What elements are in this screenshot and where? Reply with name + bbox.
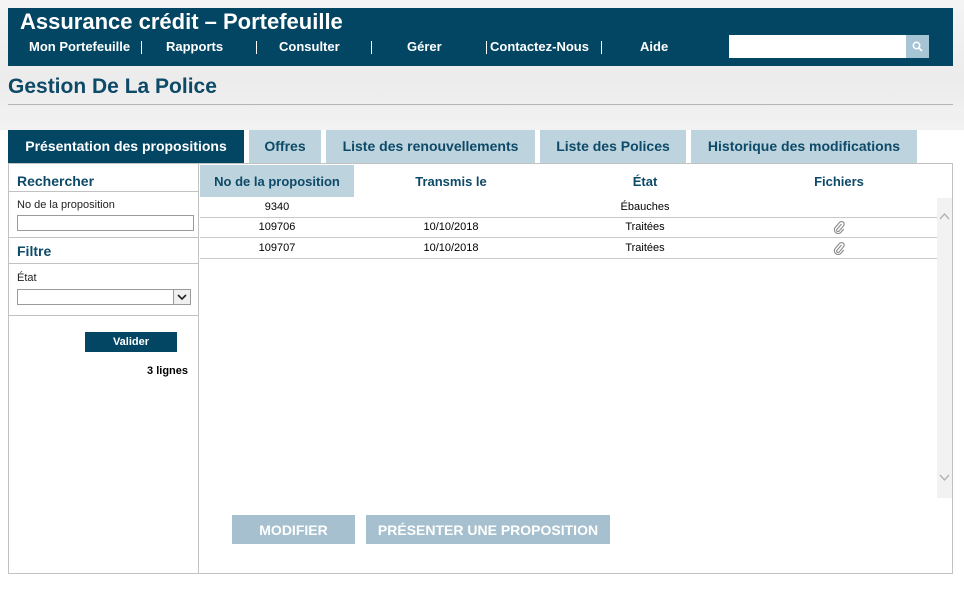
- app-header: Assurance crédit – Portefeuille Mon Port…: [8, 8, 953, 66]
- cell-proposal-number: 109706: [258, 221, 296, 233]
- cell-files: [759, 217, 919, 237]
- nav-consulter[interactable]: Consulter: [279, 39, 340, 55]
- state-filter-select[interactable]: [17, 289, 191, 305]
- cell-proposal-number: 109707: [258, 242, 296, 254]
- header-search-input[interactable]: [729, 35, 906, 58]
- column-header-files[interactable]: Fichiers: [759, 165, 919, 197]
- column-header-sent-date[interactable]: Transmis le: [371, 165, 531, 197]
- divider: [9, 315, 199, 316]
- proposal-number-input[interactable]: [17, 215, 194, 231]
- title-divider: [8, 104, 953, 105]
- tab-historique-modifications[interactable]: Historique des modifications: [691, 130, 917, 163]
- nav-mon-portefeuille[interactable]: Mon Portefeuille: [29, 39, 130, 55]
- cell-proposal-number: 9340: [264, 201, 290, 213]
- filter-heading: Filtre: [17, 243, 52, 259]
- table-row[interactable]: 9340 Ébauches: [200, 197, 937, 218]
- page-title: Gestion De La Police: [8, 75, 217, 98]
- chevron-up-icon[interactable]: [939, 212, 950, 220]
- modify-button[interactable]: MODIFIER: [232, 515, 355, 544]
- nav-separator: [256, 41, 257, 54]
- row-divider: [200, 258, 937, 259]
- nav-aide[interactable]: Aide: [640, 39, 668, 55]
- chevron-down-icon[interactable]: [939, 474, 950, 482]
- table-row[interactable]: 109706 10/10/2018 Traitées: [200, 217, 937, 238]
- main-panel: Rechercher No de la proposition Filtre É…: [8, 163, 953, 574]
- cell-sent-date: [371, 197, 531, 217]
- tab-liste-polices[interactable]: Liste des Polices: [540, 130, 686, 163]
- nav-rapports[interactable]: Rapports: [166, 39, 223, 55]
- submit-proposal-button[interactable]: PRÉSENTER UNE PROPOSITION: [366, 515, 610, 544]
- app-title: Assurance crédit – Portefeuille: [20, 9, 343, 34]
- column-header-state[interactable]: État: [565, 165, 725, 197]
- paperclip-icon[interactable]: [833, 241, 845, 256]
- row-count: 3 lignes: [147, 365, 188, 377]
- chevron-down-icon[interactable]: [173, 290, 190, 304]
- header-search-button[interactable]: [906, 35, 929, 58]
- divider: [9, 191, 199, 192]
- divider: [9, 237, 199, 238]
- search-icon: [912, 41, 923, 52]
- valider-button[interactable]: Valider: [85, 332, 177, 352]
- column-header-proposal-number[interactable]: No de la proposition: [200, 165, 354, 197]
- tab-liste-renouvellements[interactable]: Liste des renouvellements: [326, 130, 535, 163]
- search-heading: Rechercher: [17, 173, 95, 189]
- divider: [9, 263, 199, 264]
- table-row[interactable]: 109707 10/10/2018 Traitées: [200, 238, 937, 259]
- proposal-number-label: No de la proposition: [17, 199, 115, 211]
- table-scrollbar[interactable]: [937, 198, 952, 498]
- cell-files: [759, 238, 919, 258]
- nav-separator: [141, 41, 142, 54]
- cell-state: Traitées: [625, 242, 665, 254]
- nav-separator: [601, 41, 602, 54]
- cell-sent-date: 10/10/2018: [423, 242, 479, 254]
- cell-sent-date: 10/10/2018: [423, 221, 479, 233]
- state-filter-label: État: [17, 272, 37, 284]
- nav-separator: [371, 41, 372, 54]
- nav-gerer[interactable]: Gérer: [407, 39, 442, 55]
- nav-contactez-nous[interactable]: Contactez-Nous: [490, 39, 589, 55]
- paperclip-icon[interactable]: [833, 220, 845, 235]
- tab-offres[interactable]: Offres: [249, 130, 321, 163]
- tab-presentation-propositions[interactable]: Présentation des propositions: [8, 130, 244, 163]
- cell-state: Ébauches: [620, 201, 670, 213]
- cell-state: Traitées: [625, 221, 665, 233]
- search-filter-sidebar: Rechercher No de la proposition Filtre É…: [9, 164, 199, 573]
- nav-separator: [486, 41, 487, 54]
